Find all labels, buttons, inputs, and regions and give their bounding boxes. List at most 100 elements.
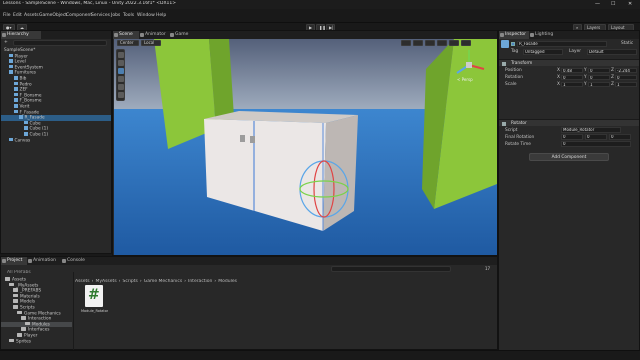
menu-file[interactable]: File: [3, 13, 11, 18]
cube-icon: [14, 109, 18, 114]
transform-header[interactable]: Transform: [499, 59, 639, 66]
hierarchy-item-label: Verit: [19, 104, 30, 110]
breadcrumb-item[interactable]: Game Mechanics: [144, 279, 182, 285]
tab-animation[interactable]: Animation: [27, 257, 61, 265]
tab-project[interactable]: Project: [1, 257, 27, 265]
menu-edit[interactable]: Edit: [13, 13, 22, 18]
splitter[interactable]: [73, 272, 74, 350]
tab-animator[interactable]: Animator: [139, 31, 169, 39]
final-rotation-label: Final Rotation: [505, 135, 535, 140]
final-rotation-z[interactable]: 0: [609, 134, 631, 140]
tab-scene[interactable]: Scene: [113, 31, 139, 39]
scale-tool-icon[interactable]: [118, 76, 124, 82]
layer-dropdown[interactable]: Default: [587, 49, 637, 55]
transform-scale-x[interactable]: 1: [561, 81, 583, 87]
menu-component[interactable]: Component: [66, 13, 92, 18]
camera-settings[interactable]: [449, 40, 459, 46]
menu-assets[interactable]: Assets: [24, 13, 39, 18]
rect-tool-icon[interactable]: [118, 84, 124, 90]
transform-position-z[interactable]: -2.244: [615, 67, 637, 73]
effects-toggle[interactable]: [437, 40, 447, 46]
breadcrumb-item[interactable]: Modules: [218, 279, 237, 285]
menu-tools[interactable]: Tools: [123, 13, 134, 18]
minimize-button[interactable]: —: [595, 1, 600, 7]
object-name-field[interactable]: R_Fasade: [517, 41, 607, 47]
transform-rotation-z[interactable]: 0: [615, 74, 637, 80]
rotate-time-field[interactable]: 0: [561, 141, 631, 147]
folder-icon: [13, 299, 18, 303]
folder-icon: [21, 316, 26, 320]
folder-label: Models: [20, 299, 36, 305]
tab-hierarchy[interactable]: Hierarchy: [1, 31, 41, 39]
final-rotation-x[interactable]: 0: [561, 134, 583, 140]
folder-item[interactable]: Sprites: [1, 338, 72, 345]
script-label: Script: [505, 128, 518, 133]
hand-tool-icon[interactable]: [118, 52, 124, 58]
local-global-dropdown[interactable]: Local: [141, 40, 161, 46]
final-rotation-y[interactable]: 0: [585, 134, 607, 140]
transform-tool-icon[interactable]: [118, 92, 124, 98]
tab-game[interactable]: Game: [169, 31, 195, 39]
project-search-input[interactable]: [331, 266, 451, 272]
console-icon: [62, 259, 66, 263]
menu-gameobject[interactable]: GameObject: [39, 13, 67, 18]
breadcrumb-item[interactable]: Scripts: [122, 279, 137, 285]
transform-scale-y[interactable]: 1: [588, 81, 610, 87]
close-button[interactable]: ✕: [628, 1, 632, 7]
hierarchy-search-input[interactable]: [13, 40, 107, 46]
hidden-count: 17: [485, 266, 491, 271]
tab-label: Animation: [33, 258, 56, 263]
rotator-header[interactable]: Rotator: [499, 119, 639, 126]
lighting-toggle[interactable]: [413, 40, 423, 46]
tag-dropdown[interactable]: Untagged: [523, 49, 563, 55]
gizmo-toggle-2d[interactable]: [401, 40, 411, 46]
static-toggle[interactable]: Static: [621, 41, 633, 46]
pivot-center-dropdown[interactable]: Center: [117, 40, 139, 46]
hierarchy-item-label: Cube: [29, 121, 41, 127]
menu-services[interactable]: Services: [91, 13, 110, 18]
tab-label: Inspector: [505, 32, 526, 37]
transform-position-x[interactable]: 0.48: [561, 67, 583, 73]
add-component-button[interactable]: Add Component: [529, 153, 609, 161]
favorites-all-prefabs[interactable]: All Prefabs: [7, 270, 31, 276]
transform-scale-z[interactable]: 1: [615, 81, 637, 87]
transform-rotation-y[interactable]: 0: [588, 74, 610, 80]
add-object-button[interactable]: +: [4, 40, 8, 46]
asset-tile[interactable]: # Module_Rotator: [81, 285, 108, 315]
scene-viewport[interactable]: < Persp: [114, 39, 497, 255]
hierarchy-item-label: F_Bonsme: [19, 98, 42, 104]
folder-icon: [13, 293, 18, 298]
hierarchy-item-label: Cube (1): [29, 132, 49, 138]
move-tool-icon[interactable]: [118, 60, 124, 66]
folder-icon: [9, 338, 14, 343]
tab-label: Hierarchy: [7, 32, 29, 37]
menu-jobs[interactable]: Jobs: [111, 13, 120, 18]
hierarchy-item[interactable]: Canvas: [1, 137, 111, 144]
cube-icon: [14, 104, 18, 108]
cube-icon: [19, 115, 23, 119]
folder-label: Sprites: [16, 338, 31, 344]
active-checkbox[interactable]: [511, 42, 515, 46]
folder-label: Interaction: [28, 316, 52, 322]
script-field[interactable]: Module_Rotator: [561, 127, 621, 133]
tab-console[interactable]: Console: [61, 257, 91, 265]
rotate-tool-icon[interactable]: [118, 68, 124, 74]
tab-lighting[interactable]: Lighting: [529, 31, 559, 39]
menu-help[interactable]: Help: [156, 13, 166, 18]
axis-label: Y: [584, 68, 587, 73]
folder-label: _PREFABS: [20, 288, 42, 294]
menu-window[interactable]: Window: [137, 13, 155, 18]
rotator-title: Rotator: [511, 121, 527, 126]
maximize-button[interactable]: ☐: [611, 1, 615, 7]
cube-icon: [24, 120, 28, 125]
transform-rotation-x[interactable]: 0: [561, 74, 583, 80]
menu-bar: File Edit Assets GameObject Component Se…: [0, 9, 640, 23]
audio-toggle[interactable]: [425, 40, 435, 46]
transform-position-y[interactable]: 0: [588, 67, 610, 73]
orientation-gizmo[interactable]: < Persp: [449, 47, 489, 83]
gizmos-toggle[interactable]: [461, 40, 471, 46]
tab-inspector[interactable]: Inspector: [499, 31, 529, 39]
gameobject-icon: [501, 40, 509, 48]
layer-label: Layer: [569, 49, 581, 54]
breadcrumb-item[interactable]: Interaction: [188, 279, 212, 285]
